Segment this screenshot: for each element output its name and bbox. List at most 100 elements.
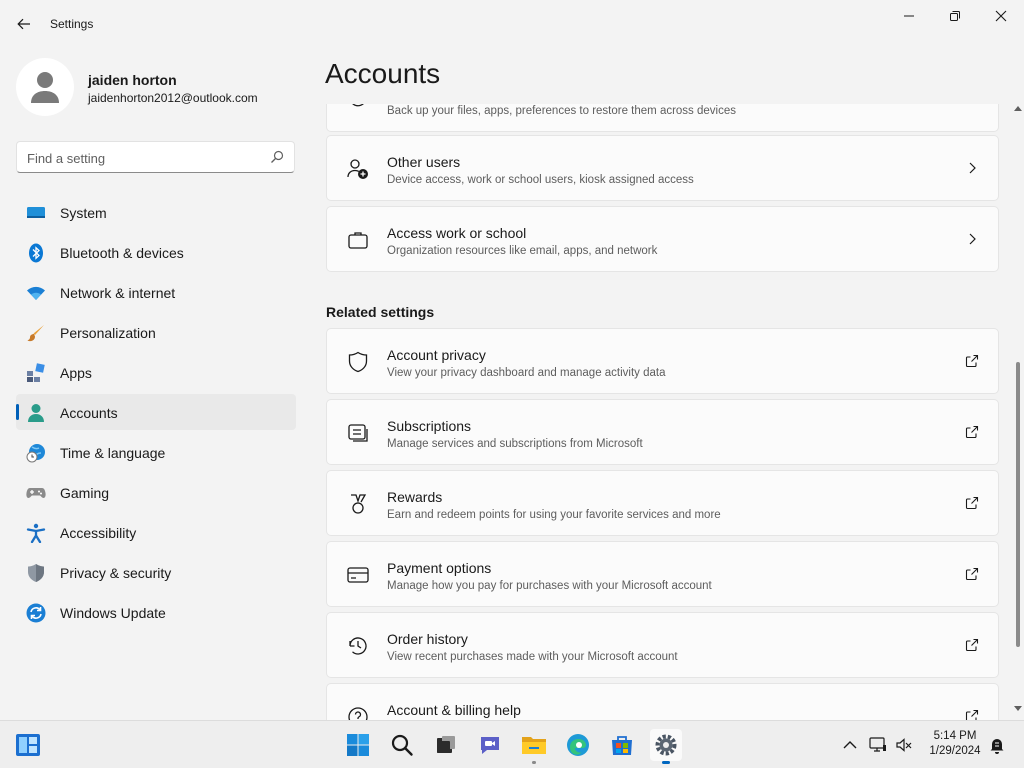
related-settings-heading: Related settings bbox=[326, 304, 435, 320]
rewards-card[interactable]: Rewards Earn and redeem points for using… bbox=[326, 470, 999, 536]
store-button[interactable] bbox=[606, 729, 638, 761]
volume-muted-icon bbox=[896, 738, 912, 752]
volume-button[interactable] bbox=[892, 729, 916, 761]
update-icon bbox=[26, 603, 46, 623]
sidebar-item-time-language[interactable]: Time & language bbox=[16, 434, 296, 470]
start-button[interactable] bbox=[342, 729, 374, 761]
open-external-icon bbox=[965, 425, 979, 439]
payment-options-card[interactable]: Payment options Manage how you pay for p… bbox=[326, 541, 999, 607]
sidebar-nav: System Bluetooth & devices Network & int… bbox=[16, 194, 296, 634]
title-bar: Settings bbox=[0, 0, 1024, 48]
network-status-button[interactable] bbox=[866, 729, 890, 761]
card-subtitle: View your privacy dashboard and manage a… bbox=[387, 367, 666, 379]
back-arrow-icon bbox=[17, 18, 30, 30]
system-clock[interactable]: 5:14 PM 1/29/2024 bbox=[920, 729, 990, 759]
search-input[interactable] bbox=[27, 148, 257, 168]
close-icon bbox=[995, 10, 1007, 22]
open-external-icon bbox=[965, 354, 979, 368]
open-external-icon bbox=[965, 709, 979, 720]
vertical-scrollbar[interactable] bbox=[1013, 100, 1023, 720]
sidebar-item-label: Gaming bbox=[60, 485, 110, 501]
gamepad-icon bbox=[26, 488, 46, 498]
settings-taskbar-button[interactable] bbox=[650, 729, 682, 764]
account-billing-help-card[interactable]: Account & billing help bbox=[326, 683, 999, 720]
open-external-icon bbox=[965, 567, 979, 581]
task-view-button[interactable] bbox=[430, 729, 462, 761]
profile-name: jaiden horton bbox=[88, 72, 177, 88]
access-work-school-card[interactable]: Access work or school Organization resou… bbox=[326, 206, 999, 272]
scroll-down-icon[interactable] bbox=[1014, 706, 1022, 712]
card-title: Rewards bbox=[387, 489, 443, 505]
sidebar-item-apps[interactable]: Apps bbox=[16, 354, 296, 390]
subscriptions-card[interactable]: Subscriptions Manage services and subscr… bbox=[326, 399, 999, 465]
taskbar-search-button[interactable] bbox=[386, 729, 418, 761]
notifications-icon bbox=[990, 739, 1004, 754]
accessibility-icon bbox=[26, 523, 46, 543]
chevron-right-icon bbox=[969, 233, 976, 245]
card-subtitle: Organization resources like email, apps,… bbox=[387, 245, 658, 257]
page-title: Accounts bbox=[325, 58, 441, 89]
back-button[interactable] bbox=[10, 10, 38, 38]
scroll-thumb[interactable] bbox=[1016, 362, 1020, 647]
sidebar-item-windows-update[interactable]: Windows Update bbox=[16, 594, 296, 630]
widgets-button[interactable] bbox=[12, 729, 44, 761]
wifi-icon bbox=[27, 286, 45, 300]
chat-icon bbox=[481, 737, 499, 754]
search-box[interactable] bbox=[16, 141, 295, 173]
restore-button[interactable] bbox=[932, 0, 978, 32]
search-icon bbox=[391, 734, 413, 756]
order-history-card[interactable]: Order history View recent purchases made… bbox=[326, 612, 999, 678]
sidebar-item-label: Time & language bbox=[60, 445, 166, 461]
shield-outline-icon bbox=[348, 351, 368, 373]
card-title: Other users bbox=[387, 154, 461, 170]
card-subtitle: Back up your files, apps, preferences to… bbox=[387, 105, 736, 117]
sidebar-item-label: Privacy & security bbox=[60, 565, 172, 581]
subscriptions-icon bbox=[348, 424, 368, 442]
show-hidden-icons-button[interactable] bbox=[836, 729, 864, 761]
edge-icon bbox=[567, 734, 589, 756]
profile-email: jaidenhorton2012@outlook.com bbox=[88, 91, 258, 105]
user-profile[interactable]: jaiden horton jaidenhorton2012@outlook.c… bbox=[16, 56, 296, 118]
account-privacy-card[interactable]: Account privacy View your privacy dashbo… bbox=[326, 328, 999, 394]
sidebar-item-privacy[interactable]: Privacy & security bbox=[16, 554, 296, 590]
notifications-button[interactable] bbox=[984, 729, 1010, 761]
sidebar-item-label: Personalization bbox=[60, 325, 156, 341]
chat-button[interactable] bbox=[474, 729, 506, 761]
edge-button[interactable] bbox=[562, 729, 594, 761]
shield-icon bbox=[28, 564, 44, 582]
card-subtitle: View recent purchases made with your Mic… bbox=[387, 651, 678, 663]
clock-time: 5:14 PM bbox=[933, 730, 977, 742]
sidebar-item-system[interactable]: System bbox=[16, 194, 296, 230]
active-indicator bbox=[662, 761, 670, 764]
windows-backup-card[interactable]: Back up your files, apps, preferences to… bbox=[326, 104, 999, 132]
search-icon[interactable] bbox=[270, 150, 284, 164]
person-add-icon bbox=[347, 159, 368, 179]
card-title: Access work or school bbox=[387, 225, 527, 241]
sidebar-item-label: Accounts bbox=[60, 405, 118, 421]
user-avatar-icon bbox=[31, 72, 59, 103]
brush-icon bbox=[27, 325, 44, 342]
card-title: Account privacy bbox=[387, 347, 486, 363]
globe-clock-icon bbox=[26, 444, 45, 463]
running-indicator bbox=[532, 761, 536, 764]
card-subtitle: Manage services and subscriptions from M… bbox=[387, 438, 643, 450]
card-subtitle: Device access, work or school users, kio… bbox=[387, 174, 694, 186]
sidebar-item-bluetooth[interactable]: Bluetooth & devices bbox=[16, 234, 296, 270]
sidebar-item-accounts[interactable]: Accounts bbox=[16, 394, 296, 430]
card-subtitle: Manage how you pay for purchases with yo… bbox=[387, 580, 712, 592]
content-scroll-area: Back up your files, apps, preferences to… bbox=[326, 104, 1000, 720]
sidebar-item-accessibility[interactable]: Accessibility bbox=[16, 514, 296, 550]
close-button[interactable] bbox=[978, 0, 1024, 32]
sidebar-item-network[interactable]: Network & internet bbox=[16, 274, 296, 310]
other-users-card[interactable]: Other users Device access, work or schoo… bbox=[326, 135, 999, 201]
sidebar-item-gaming[interactable]: Gaming bbox=[16, 474, 296, 510]
file-explorer-button[interactable] bbox=[518, 729, 550, 764]
scroll-up-icon[interactable] bbox=[1014, 105, 1022, 111]
minimize-button[interactable] bbox=[886, 0, 932, 32]
bluetooth-icon bbox=[29, 243, 43, 263]
sidebar-item-label: Bluetooth & devices bbox=[60, 245, 184, 261]
restore-icon bbox=[950, 11, 960, 21]
sidebar-item-personalization[interactable]: Personalization bbox=[16, 314, 296, 350]
settings-icon bbox=[655, 734, 677, 756]
card-title: Payment options bbox=[387, 560, 492, 576]
